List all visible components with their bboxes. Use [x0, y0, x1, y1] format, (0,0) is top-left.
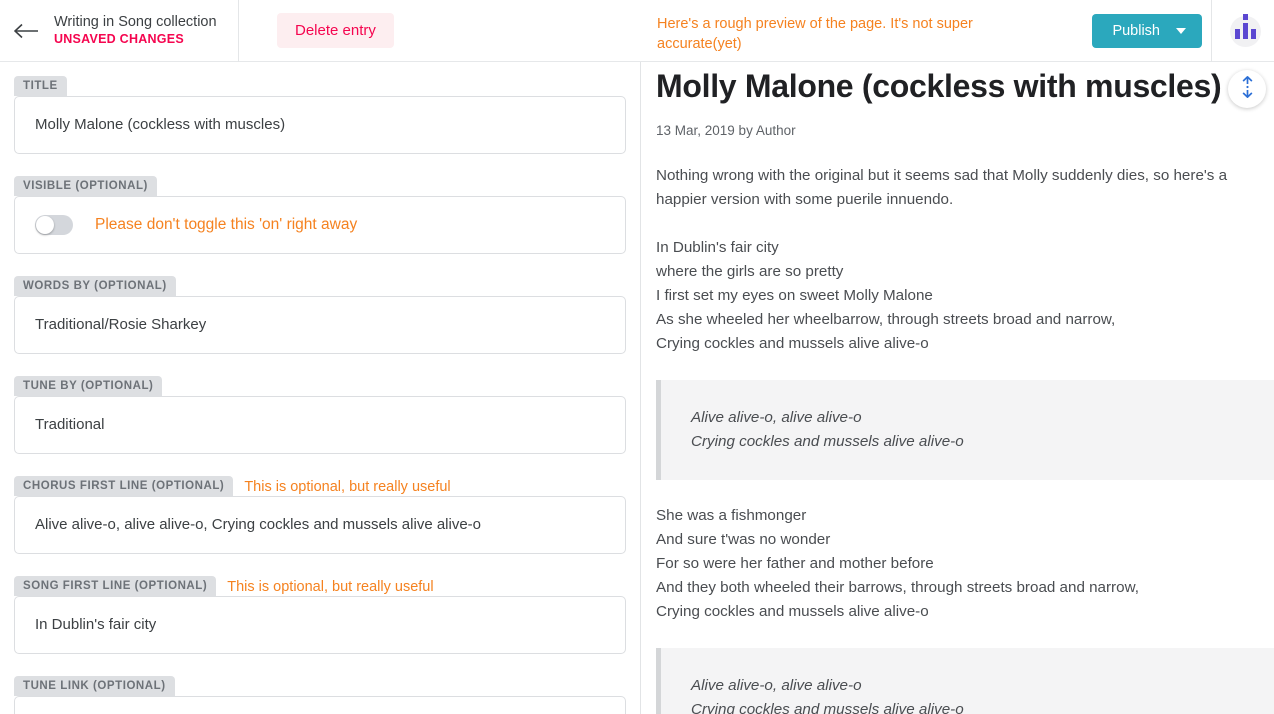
back-arrow-icon [14, 23, 40, 39]
form-top-spacer [0, 62, 640, 76]
lyric-line: And sure t'was no wonder [656, 531, 831, 548]
lyric-line: She was a fishmonger [656, 507, 807, 524]
preview-verse-2: She was a fishmonger And sure t'was no w… [656, 504, 1274, 624]
publish-label: Publish [1112, 23, 1160, 39]
song-first-line-input-value: In Dublin's fair city [35, 616, 157, 633]
back-button[interactable] [0, 0, 54, 62]
preview-chorus-blockquote-2: Alive alive-o, alive alive-o Crying cock… [656, 648, 1274, 714]
visible-toggle-switch[interactable] [35, 215, 73, 235]
preview-accuracy-note: Here's a rough preview of the page. It's… [657, 16, 973, 52]
chorus-first-line-input[interactable]: Alive alive-o, alive alive-o, Crying coc… [14, 496, 626, 554]
field-tune-link-label: TUNE LINK (OPTIONAL) [14, 676, 175, 696]
field-tune-link-head: TUNE LINK (OPTIONAL) [14, 676, 626, 696]
chorus-line: Alive alive-o, alive alive-o [691, 409, 862, 426]
field-visible: VISIBLE (OPTIONAL) Please don't toggle t… [14, 176, 626, 254]
visible-toggle-knob [36, 216, 54, 234]
delete-entry-button[interactable]: Delete entry [277, 13, 394, 48]
lyric-line: I first set my eyes on sweet Molly Malon… [656, 287, 933, 304]
logo-bar-center [1242, 14, 1249, 39]
unsaved-changes-badge: UNSAVED CHANGES [54, 32, 184, 46]
live-preview-panel: Molly Malone (cockless with muscles) 13 … [642, 62, 1274, 714]
field-chorus-first-line-hint: This is optional, but really useful [244, 479, 451, 495]
field-song-first-line-label: SONG FIRST LINE (OPTIONAL) [14, 576, 217, 596]
scroll-sync-button[interactable] [1228, 70, 1266, 108]
field-title-label: TITLE [14, 76, 67, 96]
field-visible-head: VISIBLE (OPTIONAL) [14, 176, 626, 196]
lyric-line: Crying cockles and mussels alive alive-o [656, 603, 929, 620]
field-song-first-line-hint: This is optional, but really useful [227, 579, 434, 595]
field-chorus-first-line-label: CHORUS FIRST LINE (OPTIONAL) [14, 476, 234, 496]
field-title-head: TITLE [14, 76, 626, 96]
tune-by-input-value: Traditional [35, 416, 105, 433]
lyric-line: For so were her father and mother before [656, 555, 934, 572]
collection-name: Writing in Song collection [54, 14, 217, 30]
field-tune-by-head: TUNE BY (OPTIONAL) [14, 376, 626, 396]
publish-button-group: Publish [1092, 14, 1202, 48]
field-tune-link: TUNE LINK (OPTIONAL) [14, 676, 626, 714]
field-words-by: WORDS BY (OPTIONAL) Traditional/Rosie Sh… [14, 276, 626, 354]
tune-link-input[interactable] [14, 696, 626, 714]
chorus-line: Alive alive-o, alive alive-o [691, 677, 862, 694]
field-song-first-line: SONG FIRST LINE (OPTIONAL) This is optio… [14, 576, 626, 654]
preview-byline: 13 Mar, 2019 by Author [656, 123, 796, 138]
lyric-line: Crying cockles and mussels alive alive-o [656, 335, 929, 352]
intro-line: Nothing wrong with the original but it s… [656, 167, 1228, 184]
publish-button[interactable]: Publish [1092, 14, 1202, 48]
intro-line: happier version with some puerile innuen… [656, 191, 954, 208]
words-by-input-value: Traditional/Rosie Sharkey [35, 316, 207, 333]
field-title: TITLE Molly Malone (cockless with muscle… [14, 76, 626, 154]
preview-intro-paragraph: Nothing wrong with the original but it s… [656, 164, 1274, 212]
header-divider-right [1211, 0, 1212, 62]
field-chorus-first-line: CHORUS FIRST LINE (OPTIONAL) This is opt… [14, 476, 626, 554]
scroll-sync-icon [1240, 75, 1255, 103]
lyric-line: In Dublin's fair city [656, 239, 779, 256]
visible-field-box: Please don't toggle this 'on' right away [14, 196, 626, 254]
app-logo-icon[interactable] [1230, 14, 1261, 47]
entry-form-panel: TITLE Molly Malone (cockless with muscle… [0, 62, 641, 714]
song-first-line-input[interactable]: In Dublin's fair city [14, 596, 626, 654]
title-input-value: Molly Malone (cockless with muscles) [35, 116, 286, 133]
lyric-line: And they both wheeled their barrows, thr… [656, 579, 1139, 596]
field-tune-by-label: TUNE BY (OPTIONAL) [14, 376, 163, 396]
preview-verse-1: In Dublin's fair city where the girls ar… [656, 236, 1274, 356]
header-divider-left [238, 0, 239, 62]
preview-title: Molly Malone (cockless with muscles) [656, 68, 1222, 104]
field-tune-by: TUNE BY (OPTIONAL) Traditional [14, 376, 626, 454]
title-input[interactable]: Molly Malone (cockless with muscles) [14, 96, 626, 154]
header-title-block: Writing in Song collection UNSAVED CHANG… [54, 0, 238, 62]
words-by-input[interactable]: Traditional/Rosie Sharkey [14, 296, 626, 354]
field-visible-label: VISIBLE (OPTIONAL) [14, 176, 157, 196]
chorus-first-line-input-value: Alive alive-o, alive alive-o, Crying coc… [35, 516, 482, 533]
field-words-by-head: WORDS BY (OPTIONAL) [14, 276, 626, 296]
visible-toggle-row: Please don't toggle this 'on' right away [35, 215, 357, 235]
chorus-line: Crying cockles and mussels alive alive-o [691, 701, 964, 714]
preview-chorus-blockquote-1: Alive alive-o, alive alive-o Crying cock… [656, 380, 1274, 480]
visible-toggle-hint: Please don't toggle this 'on' right away [95, 216, 358, 233]
lyric-line: As she wheeled her wheelbarrow, through … [656, 311, 1116, 328]
chorus-line: Crying cockles and mussels alive alive-o [691, 433, 964, 450]
top-header-bar: Writing in Song collection UNSAVED CHANG… [0, 0, 1274, 62]
field-song-first-line-head: SONG FIRST LINE (OPTIONAL) This is optio… [14, 576, 626, 596]
tune-by-input[interactable]: Traditional [14, 396, 626, 454]
chevron-down-icon[interactable] [1176, 28, 1186, 34]
logo-bar-left [1234, 29, 1241, 39]
field-chorus-first-line-head: CHORUS FIRST LINE (OPTIONAL) This is opt… [14, 476, 626, 496]
lyric-line: where the girls are so pretty [656, 263, 844, 280]
field-words-by-label: WORDS BY (OPTIONAL) [14, 276, 176, 296]
logo-bar-right [1250, 29, 1257, 39]
